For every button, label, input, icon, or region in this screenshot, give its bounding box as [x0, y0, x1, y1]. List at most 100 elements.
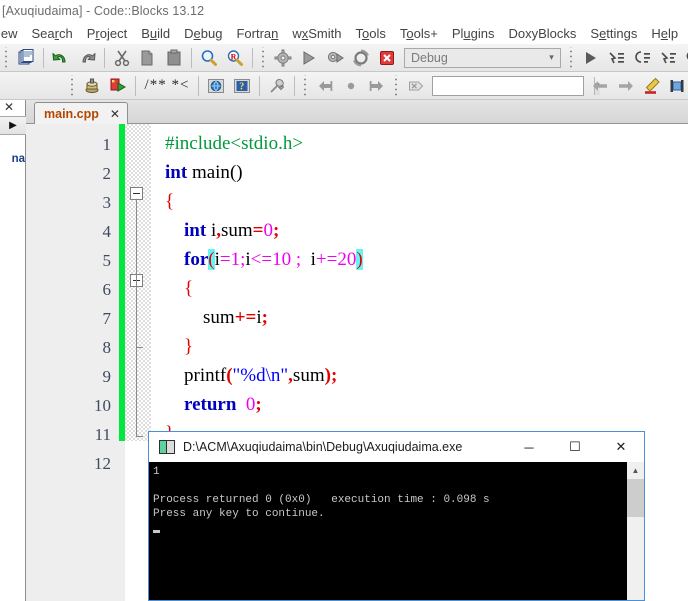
code-line[interactable]: { — [151, 187, 688, 216]
debugger-icon[interactable] — [107, 75, 129, 97]
console-scrollbar[interactable]: ▲ — [627, 462, 644, 600]
fold-margin[interactable] — [125, 124, 151, 441]
toolbar-grip[interactable] — [393, 74, 400, 97]
doxyblocks-comment-icon[interactable]: /** *< — [142, 75, 192, 97]
close-icon[interactable]: ✕ — [110, 108, 120, 120]
code-token: sum — [220, 220, 253, 241]
debug-step-out-icon[interactable] — [684, 47, 688, 69]
menu-debug[interactable]: Debug — [177, 26, 229, 41]
code-token: int — [165, 162, 188, 183]
build-and-run-icon[interactable] — [324, 47, 346, 69]
secondary-toolbar: /** *< ? — [0, 72, 688, 100]
paste-icon[interactable] — [163, 47, 185, 69]
chevron-down-icon[interactable]: ▾ — [543, 52, 560, 63]
menu-mnemonic: r — [54, 25, 59, 41]
code-line[interactable]: #include<stdio.h> — [151, 129, 688, 158]
code-line[interactable]: printf("%d\n",sum); — [151, 361, 688, 390]
code-token: { — [184, 278, 194, 299]
cut-icon[interactable] — [111, 47, 133, 69]
code-line[interactable]: { — [151, 274, 688, 303]
run-icon[interactable] — [298, 47, 320, 69]
menu-build[interactable]: Build — [134, 26, 177, 41]
browser-icon[interactable] — [205, 75, 227, 97]
fold-toggle-line3[interactable] — [130, 187, 143, 200]
replace-icon[interactable]: R — [224, 47, 246, 69]
management-panel-label: na — [11, 153, 25, 165]
nav-forward-icon[interactable] — [366, 75, 388, 97]
abort-icon[interactable] — [376, 47, 398, 69]
menu-search[interactable]: Search — [25, 26, 80, 41]
menu-mnemonic: x — [301, 25, 309, 41]
undo-icon[interactable] — [50, 47, 72, 69]
console-window[interactable]: D:\ACM\Axuqiudaima\bin\Debug\Axuqiudaima… — [148, 431, 645, 601]
close-icon[interactable]: ✕ — [4, 101, 14, 113]
search-combo[interactable]: ▾ — [432, 75, 600, 96]
code-token: = — [219, 249, 231, 270]
toolbar-grip[interactable] — [568, 46, 575, 69]
line-number: 7 — [102, 309, 112, 328]
menu-tools[interactable]: Tools — [349, 26, 393, 41]
help-icon[interactable]: ? — [231, 75, 253, 97]
menu-plugins[interactable]: Plugins — [445, 26, 502, 41]
debug-continue-icon[interactable] — [580, 47, 602, 69]
scrollbar-thumb[interactable] — [627, 479, 644, 517]
menu-doxyblocks[interactable]: DoxyBlocks — [501, 26, 583, 41]
highlight-icon[interactable] — [641, 75, 663, 97]
selection-only-icon[interactable] — [667, 75, 688, 97]
console-output-area[interactable]: 1 Process returned 0 (0x0) execution tim… — [149, 462, 644, 600]
debug-next-line-icon[interactable] — [632, 47, 654, 69]
menu-settings[interactable]: Settings — [583, 26, 644, 41]
toolbar-grip[interactable] — [69, 74, 76, 97]
compiler-settings-icon[interactable] — [81, 75, 103, 97]
prev-match-icon[interactable] — [589, 75, 611, 97]
code-line[interactable]: int main() — [151, 158, 688, 187]
debug-step-into-icon[interactable] — [658, 47, 680, 69]
build-target-combo[interactable]: Debug ▾ — [404, 47, 561, 68]
code-token: 0 — [263, 220, 273, 241]
toolbar-grip[interactable] — [3, 46, 10, 69]
new-file-icon[interactable] — [15, 47, 37, 69]
tab-label: main.cpp — [44, 107, 99, 121]
chevron-right-icon: ▶ — [9, 120, 17, 131]
fold-end-tick — [136, 347, 143, 348]
find-icon[interactable] — [198, 47, 220, 69]
build-icon[interactable] — [272, 47, 294, 69]
code-line[interactable]: for(i=1;i<=10 ; i+=20) — [151, 245, 688, 274]
copy-icon[interactable] — [137, 47, 159, 69]
maximize-button[interactable]: ☐ — [552, 433, 598, 462]
tab-main-cpp[interactable]: main.cpp ✕ — [34, 102, 128, 125]
debug-run-to-cursor-icon[interactable] — [606, 47, 628, 69]
code-token: return — [184, 394, 237, 415]
menu-fortran[interactable]: Fortran — [229, 26, 285, 41]
code-line[interactable]: return 0; — [151, 390, 688, 419]
toolbar-grip[interactable] — [302, 74, 309, 97]
toolbar-grip[interactable] — [260, 46, 267, 69]
search-input[interactable] — [433, 77, 594, 94]
code-line[interactable]: sum+=i; — [151, 303, 688, 332]
menu-wxsmith[interactable]: wxSmith — [285, 26, 348, 41]
code-line[interactable]: } — [151, 332, 688, 361]
expand-panel-button[interactable]: ▶ — [0, 117, 26, 135]
next-match-icon[interactable] — [615, 75, 637, 97]
menu-project[interactable]: Project — [80, 26, 134, 41]
nav-back-icon[interactable] — [314, 75, 336, 97]
menu-iew[interactable]: iew — [0, 26, 25, 41]
minimize-button[interactable]: ─ — [506, 433, 552, 462]
console-title-text: D:\ACM\Axuqiudaima\bin\Debug\Axuqiudaima… — [183, 440, 463, 454]
close-button[interactable]: ✕ — [598, 433, 644, 462]
line-number: 11 — [94, 425, 111, 444]
nav-jump-icon[interactable] — [340, 75, 362, 97]
toolbar-separator — [104, 47, 105, 68]
doxywizard-icon[interactable] — [266, 75, 288, 97]
rebuild-icon[interactable] — [350, 47, 372, 69]
scroll-up-arrow-icon[interactable]: ▲ — [627, 462, 644, 479]
console-title-bar[interactable]: D:\ACM\Axuqiudaima\bin\Debug\Axuqiudaima… — [149, 432, 644, 462]
menu-mnemonic: u — [463, 25, 471, 41]
code-line[interactable]: int i,sum=0; — [151, 216, 688, 245]
menu-tools-[interactable]: Tools+ — [393, 26, 445, 41]
clear-bookmarks-icon[interactable] — [405, 75, 427, 97]
menu-mnemonic: e — [193, 25, 201, 41]
redo-icon[interactable] — [76, 47, 98, 69]
menu-help[interactable]: Help — [644, 26, 685, 41]
